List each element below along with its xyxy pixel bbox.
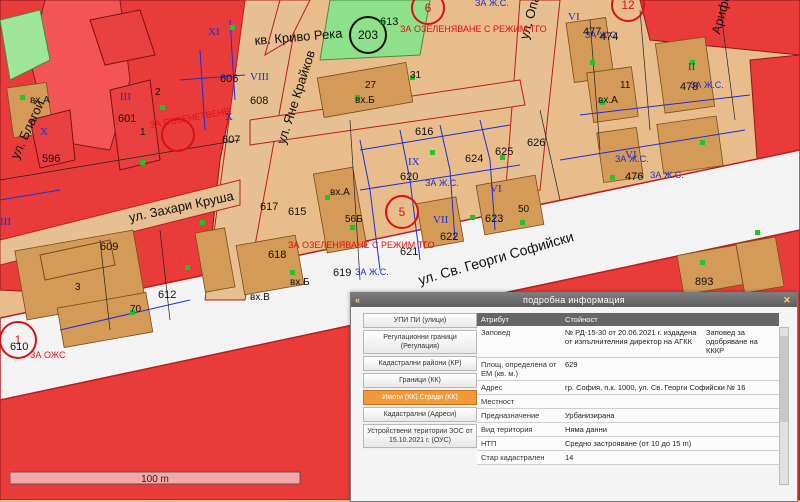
svg-text:вх.А: вх.А: [30, 95, 50, 106]
svg-text:VIII: VIII: [250, 71, 269, 83]
plot-624: 624: [465, 153, 483, 165]
svg-text:1: 1: [140, 127, 146, 138]
zone-label-ozs: ЗА ОЖС: [30, 350, 66, 360]
zhs-label-5: ЗА Ж.С.: [650, 170, 684, 180]
svg-text:XI: XI: [208, 26, 220, 38]
scrollbar-thumb[interactable]: [780, 336, 788, 422]
plot-622: 622: [440, 231, 458, 243]
plot-615: 615: [288, 206, 306, 218]
plot-606: 606: [220, 73, 238, 85]
panel-title: подробна информация: [523, 295, 625, 305]
plot-609: 609: [100, 241, 118, 253]
circle-number-203: 203: [358, 28, 378, 42]
plot-623: 623: [485, 213, 503, 225]
table-row: Адрес гр. София, п.к. 1000, ул. Св. Геор…: [477, 380, 779, 395]
layer-button-regulation[interactable]: Регулационни граници (Регулация): [363, 330, 477, 354]
svg-text:VI: VI: [625, 149, 637, 161]
plot-618: 618: [268, 249, 286, 261]
layer-button-properties[interactable]: Имоти (КК) Сгради (КК): [363, 390, 477, 405]
layer-button-cadastral-regions[interactable]: Кадастрални райони (КР): [363, 356, 477, 371]
layer-button-territories[interactable]: Устройствени територии ЗОС от 15.10.2021…: [363, 424, 477, 448]
plot-617: 617: [260, 201, 278, 213]
table-header-attribute: Атрибут: [477, 313, 561, 326]
zhs-label-1: ЗА Ж.С.: [475, 0, 509, 8]
svg-text:III: III: [120, 91, 131, 103]
plot-476: 476: [625, 171, 643, 183]
svg-text:VI: VI: [490, 183, 502, 195]
plot-893: 893: [695, 276, 713, 288]
plot-478: 478: [680, 81, 698, 93]
plot-621: 621: [400, 246, 418, 258]
table-row: Вид територия Няма данни: [477, 422, 779, 437]
svg-text:3: 3: [75, 282, 81, 293]
zone-label-green1: ЗА ОЗЕЛЕНЯВАНЕ С РЕЖИМ ТГО: [400, 24, 547, 34]
plot-477: 477: [583, 26, 601, 38]
layer-list: УПИ ПИ (улици) Регулационни граници (Рег…: [363, 313, 477, 450]
layer-button-upi[interactable]: УПИ ПИ (улици): [363, 313, 477, 328]
plot-612: 612: [158, 289, 176, 301]
svg-text:31: 31: [410, 70, 422, 81]
svg-text:вх.Б: вх.Б: [355, 95, 375, 106]
plot-607: 607: [222, 134, 240, 146]
plot-620: 620: [400, 171, 418, 183]
close-icon[interactable]: ✕: [783, 293, 791, 307]
plot-610: 610: [10, 341, 28, 353]
plot-608: 608: [250, 95, 268, 107]
circle-number-6: 6: [425, 1, 432, 15]
plot-619: 619: [333, 267, 351, 279]
svg-text:вх.А: вх.А: [598, 95, 618, 106]
table-row: НТП Средно застрояване (от 10 до 15 m): [477, 436, 779, 451]
svg-text:вх.А: вх.А: [330, 187, 350, 198]
plot-616: 616: [415, 126, 433, 138]
layer-button-addresses[interactable]: Кадастрални (Адреси): [363, 407, 477, 422]
svg-text:2: 2: [155, 87, 161, 98]
svg-text:X: X: [40, 126, 48, 138]
zhs-label-6: ЗА Ж.С.: [425, 178, 459, 188]
svg-text:11: 11: [620, 80, 631, 91]
svg-text:56Б: 56Б: [345, 214, 363, 225]
svg-text:III: III: [0, 216, 11, 228]
table-header-value: Стойност: [561, 313, 779, 326]
zhs-label-7: ЗА Ж.С.: [355, 267, 389, 277]
layer-button-borders[interactable]: Граници (КК): [363, 373, 477, 388]
svg-text:X: X: [225, 111, 233, 123]
panel-header: « подробна информация ✕: [351, 293, 797, 307]
svg-text:70: 70: [130, 304, 142, 315]
plot-596: 596: [42, 153, 60, 165]
table-row: Предназначение Урбанизирана: [477, 408, 779, 423]
table-row: Местност: [477, 394, 779, 409]
table-row: Стар кадастрален 14: [477, 450, 779, 465]
collapse-icon[interactable]: «: [355, 293, 360, 307]
svg-text:VII: VII: [433, 214, 449, 226]
svg-text:VI: VI: [568, 11, 580, 23]
panel-scrollbar[interactable]: [779, 327, 789, 485]
svg-text:вх.Б: вх.Б: [290, 277, 310, 288]
plot-474: 474: [600, 31, 618, 43]
svg-text:50: 50: [518, 204, 530, 215]
table-row: Заповед № РД-15-30 от 20.06.2021 г. изда…: [477, 326, 779, 358]
table-row: Площ, определена от ЕМ (кв. м.) 629: [477, 357, 779, 381]
plot-601: 601: [118, 113, 136, 125]
circle-number-5: 5: [399, 205, 406, 219]
svg-text:вх.В: вх.В: [250, 292, 270, 303]
detail-info-panel: « подробна информация ✕ УПИ ПИ (улици) Р…: [350, 292, 798, 502]
plot-625: 625: [495, 146, 513, 158]
attribute-table: Атрибут Стойност Заповед № РД-15-30 от 2…: [477, 313, 779, 465]
plot-626: 626: [527, 137, 545, 149]
svg-text:II: II: [688, 61, 696, 73]
svg-text:IX: IX: [408, 156, 420, 168]
scale-label: 100 m: [141, 474, 169, 485]
plot-613: 613: [380, 16, 398, 28]
circle-number-12: 12: [621, 0, 635, 12]
svg-text:27: 27: [365, 80, 377, 91]
map-scale-bar: 100 m: [9, 470, 310, 486]
